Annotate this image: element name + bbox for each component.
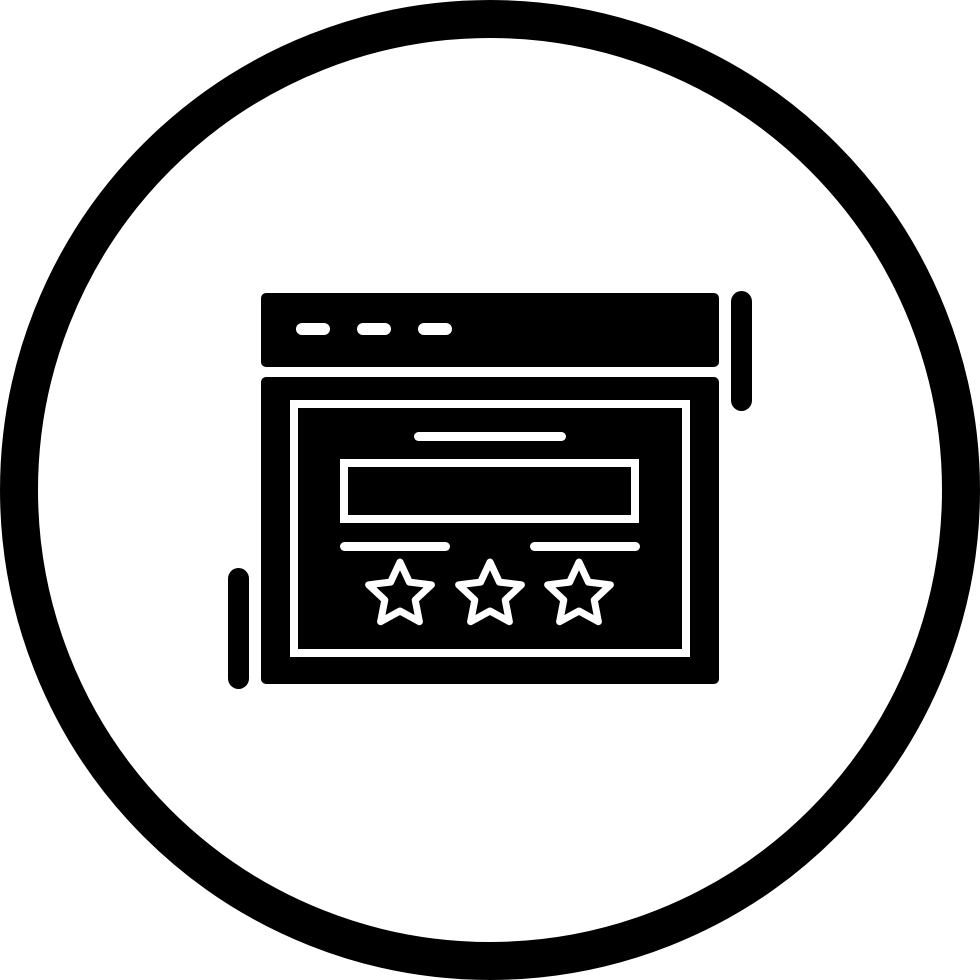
heading-line — [414, 432, 566, 441]
website-rating-icon — [0, 0, 980, 980]
title-bar-dot — [296, 323, 330, 335]
label-line-right — [530, 542, 640, 551]
side-bar-left — [228, 568, 249, 689]
icon-svg — [0, 0, 980, 980]
browser-body — [261, 377, 719, 684]
title-bar-dot — [418, 323, 452, 335]
side-bar-right — [731, 291, 752, 411]
title-bar-dots — [296, 323, 452, 335]
label-line-left — [340, 542, 450, 551]
title-bar-dot — [357, 323, 391, 335]
